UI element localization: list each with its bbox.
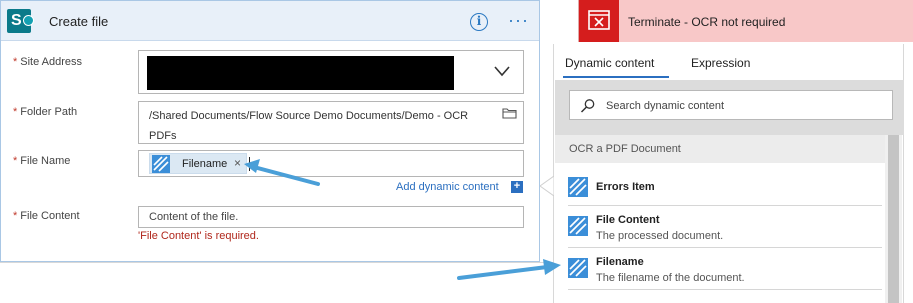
tab-expression[interactable]: Expression [691, 56, 750, 70]
site-address-label-text: Site Address [20, 56, 83, 68]
annotation-arrow-icon [244, 159, 320, 186]
annotation-arrow-icon [457, 259, 561, 280]
dynamic-item-desc: The processed document. [596, 230, 724, 242]
dynamic-item-filename[interactable]: Filename The filename of the document. [568, 248, 882, 290]
dynamic-token-icon [568, 258, 588, 278]
tab-dynamic-content[interactable]: Dynamic content [565, 56, 654, 70]
dynamic-token-icon [568, 177, 588, 197]
required-mark: * [13, 210, 18, 222]
site-address-label: * Site Address [13, 56, 82, 68]
dynamic-item-file-content[interactable]: File Content The processed document. [568, 206, 882, 248]
site-address-dropdown[interactable] [138, 50, 524, 94]
required-mark: * [13, 56, 18, 68]
canvas: S Create file i ··· * Site Address * Folde… [0, 0, 913, 303]
file-content-input[interactable]: Content of the file. [138, 206, 524, 228]
add-dynamic-content-link[interactable]: Add dynamic content [396, 181, 499, 193]
folder-path-field[interactable]: /Shared Documents/Flow Source Demo Docum… [138, 101, 524, 144]
required-mark: * [13, 106, 18, 118]
dynamic-item-title: Filename [596, 256, 644, 268]
file-name-label: * File Name [13, 155, 70, 167]
folder-path-value[interactable]: /Shared Documents/Flow Source Demo Docum… [149, 106, 489, 146]
file-content-placeholder: Content of the file. [149, 211, 239, 223]
folder-path-label-text: Folder Path [20, 106, 78, 118]
file-name-field[interactable]: Filename × [138, 150, 524, 177]
terminate-card[interactable]: Terminate - OCR not required [578, 0, 913, 42]
search-input[interactable]: Search dynamic content [569, 90, 893, 120]
folder-path-label: * Folder Path [13, 106, 77, 118]
file-content-label-text: File Content [20, 210, 80, 222]
file-name-label-text: File Name [20, 155, 71, 167]
file-content-error: 'File Content' is required. [138, 230, 259, 242]
section-title: OCR a PDF Document [569, 143, 681, 155]
panel-pointer [540, 176, 554, 196]
sharepoint-icon: S [7, 9, 34, 33]
card-header[interactable]: S Create file i ··· [1, 1, 539, 41]
create-file-card: S Create file i ··· * Site Address * Folde… [0, 0, 540, 262]
dynamic-content-panel: Dynamic content Expression Search dynami… [553, 44, 904, 303]
dynamic-item-errors[interactable]: Errors Item [568, 172, 882, 206]
terminate-icon [579, 0, 619, 42]
search-icon [580, 99, 595, 113]
info-icon[interactable]: i [470, 13, 488, 31]
dynamic-token-icon [568, 216, 588, 236]
card-title: Create file [49, 14, 109, 29]
dynamic-item-title: File Content [596, 214, 660, 226]
scroll-thumb[interactable] [888, 135, 899, 303]
filename-token-label: Filename [182, 158, 228, 170]
chevron-down-icon[interactable] [494, 65, 510, 77]
search-area: Search dynamic content [555, 80, 904, 135]
filename-token[interactable]: Filename × [149, 153, 247, 174]
folder-icon[interactable] [502, 107, 517, 119]
required-mark: * [13, 155, 18, 167]
dynamic-token-icon [152, 155, 170, 173]
dynamic-item-title: Errors Item [596, 181, 655, 193]
redacted-block [147, 56, 454, 90]
dynamic-item-desc: The filename of the document. [596, 272, 745, 284]
scrollbar[interactable] [885, 135, 902, 303]
ellipsis-icon[interactable]: ··· [508, 11, 529, 29]
add-dynamic-content-icon[interactable]: + [511, 181, 523, 193]
search-placeholder: Search dynamic content [606, 100, 725, 112]
active-tab-indicator [563, 76, 669, 78]
terminate-title: Terminate - OCR not required [628, 15, 786, 29]
section-header[interactable]: OCR a PDF Document [555, 135, 885, 163]
file-content-label: * File Content [13, 210, 80, 222]
